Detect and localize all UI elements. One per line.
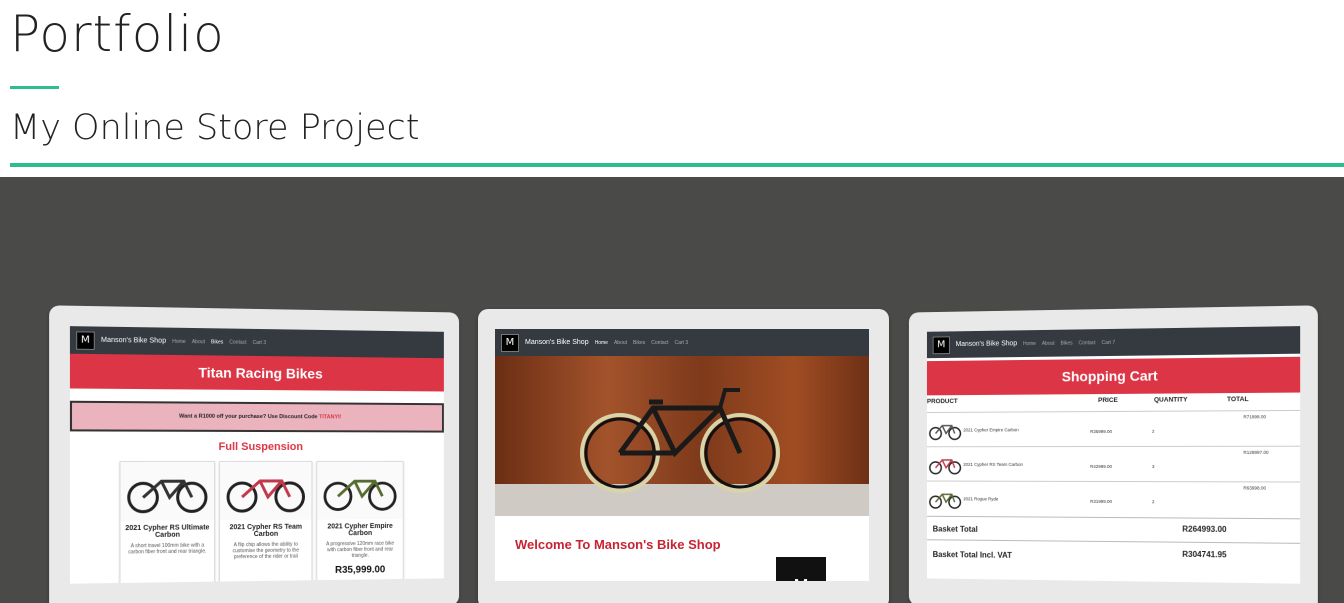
nav-about: About xyxy=(613,339,628,346)
promo-code: TITANYI! xyxy=(319,414,342,421)
cart-item-qty: 2 xyxy=(1151,499,1155,505)
navbar: M Manson's Bike Shop Home About Bikes Co… xyxy=(495,329,869,356)
cart-item-total: R71998.00 xyxy=(1243,414,1267,420)
cart-banner: Shopping Cart xyxy=(926,356,1301,396)
screenshot-card-home[interactable]: M Manson's Bike Shop Home About Bikes Co… xyxy=(478,309,889,603)
nav-cart: Cart 3 xyxy=(252,339,267,346)
welcome-heading: Welcome To Manson's Bike Shop xyxy=(515,537,721,552)
promo-text: Want a R1000 off your purchase? Use Disc… xyxy=(179,413,318,421)
cart-item-qty: 2 xyxy=(1151,428,1155,434)
project-showcase: M Manson's Bike Shop Home About Bikes Co… xyxy=(0,177,1344,603)
product-desc: A progressive 120mm race bike with carbo… xyxy=(326,540,395,559)
screenshot-bikes: M Manson's Bike Shop Home About Bikes Co… xyxy=(69,326,444,584)
bike-icon xyxy=(120,462,215,521)
nav-cart: Cart 3 xyxy=(674,339,689,346)
nav-bikes: Bikes xyxy=(633,339,646,346)
promo-box: Want a R1000 off your purchase? Use Disc… xyxy=(69,400,444,433)
bike-icon xyxy=(220,461,312,521)
section-full-suspension: Full Suspension xyxy=(218,440,303,454)
bike-thumbnail-icon xyxy=(929,421,962,441)
cart-item-total: R63998.00 xyxy=(1243,485,1267,491)
col-quantity: QUANTITY xyxy=(1153,396,1188,404)
nav-contact: Contact xyxy=(229,339,247,346)
cart-item-price: R42999.00 xyxy=(1090,463,1113,470)
basket-vat-row: Basket Total Incl. VAT R304741.95 xyxy=(926,539,1301,575)
screenshot-card-cart[interactable]: M Manson's Bike Shop Home About Bikes Co… xyxy=(908,305,1318,603)
bike-thumbnail-icon xyxy=(929,455,962,475)
nav-bikes: Bikes xyxy=(211,338,224,346)
nav-about: About xyxy=(1041,340,1055,347)
cart-item-price: R35999.00 xyxy=(1090,428,1113,435)
bike-icon xyxy=(317,461,403,520)
product-card: 2021 Cypher Empire Carbon A progressive … xyxy=(316,460,404,583)
basket-total-label: Basket Total xyxy=(932,524,978,534)
nav-home: Home xyxy=(594,339,608,346)
shop-logo-large-icon: M xyxy=(776,557,826,581)
nav-about: About xyxy=(191,338,205,345)
nav-bikes: Bikes xyxy=(1060,340,1073,347)
cart-item-name: 2021 Cypher RS Team Carbon xyxy=(963,461,1023,467)
shop-logo-icon: M xyxy=(932,335,950,354)
product-card: 2021 Cypher RS Ultimate Carbon A short t… xyxy=(119,461,216,584)
nav-home: Home xyxy=(1022,340,1036,347)
nav-contact: Contact xyxy=(651,339,669,346)
product-name: 2021 Cypher RS Team Carbon xyxy=(229,523,303,539)
cart-row: 2021 Cypher RS Team Carbon R42999.00 3 R… xyxy=(926,445,1301,482)
nav-contact: Contact xyxy=(1078,339,1096,346)
bike-thumbnail-icon xyxy=(929,489,962,509)
screenshot-home: M Manson's Bike Shop Home About Bikes Co… xyxy=(495,329,869,581)
product-card: 2021 Cypher RS Team Carbon A flip chip a… xyxy=(219,460,313,584)
cart-row: 2021 Rogue Ryde R31999.00 2 R63998.00 xyxy=(926,480,1301,518)
brand-name: Manson's Bike Shop xyxy=(100,336,167,345)
col-price: PRICE xyxy=(1098,396,1118,405)
screenshot-cart: M Manson's Bike Shop Home About Bikes Co… xyxy=(926,326,1301,584)
navbar: M Manson's Bike Shop Home About Bikes Co… xyxy=(926,326,1301,359)
cart-item-name: 2021 Rogue Ryde xyxy=(963,496,999,502)
cart-row: 2021 Cypher Empire Carbon R35999.00 2 R7… xyxy=(926,409,1301,447)
basket-vat-label: Basket Total Incl. VAT xyxy=(932,550,1012,560)
bikes-banner: Titan Racing Bikes xyxy=(69,353,444,392)
section-divider xyxy=(10,163,1344,167)
brand-name: Manson's Bike Shop xyxy=(955,340,1018,349)
product-name: 2021 Cypher Empire Carbon xyxy=(327,522,393,538)
title-underline xyxy=(10,86,59,89)
hero-bike-image xyxy=(495,356,869,516)
shop-logo-icon: M xyxy=(76,330,95,350)
project-title: My Online Store Project xyxy=(10,108,420,148)
brand-name: Manson's Bike Shop xyxy=(525,339,589,346)
basket-vat-value: R304741.95 xyxy=(1182,549,1227,560)
nav-cart: Cart 7 xyxy=(1101,339,1116,346)
product-desc: A flip chip allows the ability to custom… xyxy=(232,541,300,561)
shop-logo-icon: M xyxy=(501,333,519,352)
cart-item-name: 2021 Cypher Empire Carbon xyxy=(963,427,1019,433)
cart-item-qty: 3 xyxy=(1151,464,1155,470)
col-total: TOTAL xyxy=(1226,395,1249,404)
cart-item-price: R31999.00 xyxy=(1090,498,1113,505)
road-bike-icon xyxy=(580,388,780,493)
cart-item-total: R128997.00 xyxy=(1243,449,1269,455)
screenshot-card-bikes[interactable]: M Manson's Bike Shop Home About Bikes Co… xyxy=(49,305,460,603)
product-name: 2021 Cypher RS Ultimate Carbon xyxy=(125,524,210,539)
col-product: PRODUCT xyxy=(926,398,958,406)
basket-total-value: R264993.00 xyxy=(1182,524,1227,535)
nav-home: Home xyxy=(172,338,186,345)
product-price: R35,999.00 xyxy=(335,564,386,576)
page-title: Portfolio xyxy=(10,5,225,63)
cart-table-header: PRODUCT PRICE QUANTITY TOTAL xyxy=(927,396,1300,410)
product-desc: A short travel 100mm bike with a carbon … xyxy=(128,542,207,556)
